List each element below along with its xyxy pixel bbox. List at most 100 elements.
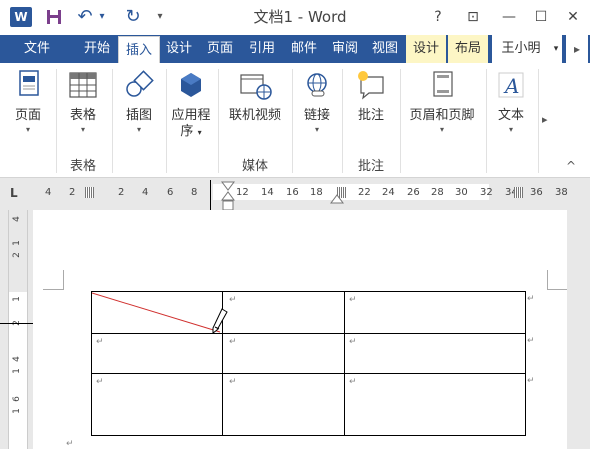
group-label-tables: 表格: [69, 159, 96, 174]
table-dropdown-icon: ▾: [80, 125, 85, 134]
header-footer-label: 页眉和页脚: [409, 108, 475, 123]
ruler-tick: 4: [142, 187, 149, 198]
tab-file[interactable]: 文件: [0, 35, 74, 63]
vertical-ruler-tick: 1: [12, 368, 22, 374]
tab-review[interactable]: 审阅: [326, 35, 364, 63]
window-title: 文档1 - Word: [253, 8, 347, 26]
group-separator: [342, 69, 343, 173]
tab-page-layout[interactable]: 页面: [200, 35, 240, 63]
user-account[interactable]: 王小明: [492, 35, 550, 63]
ruler-tick: 8: [191, 187, 198, 198]
ruler-tick: 14: [261, 187, 274, 198]
tab-references[interactable]: 引用: [242, 35, 282, 63]
pencil-cursor-icon: [212, 308, 228, 334]
tab-scroll-right-icon[interactable]: ▸: [566, 35, 588, 63]
table-row: ↵ ↵ ↵: [91, 373, 526, 436]
header-footer-dropdown-icon: ▾: [439, 125, 444, 134]
table-cell[interactable]: ↵: [344, 373, 526, 436]
group-separator: [112, 69, 113, 173]
comment-button[interactable]: 批注: [346, 69, 396, 124]
word-logo-icon[interactable]: W: [10, 7, 32, 27]
paragraph-mark: ↵: [66, 439, 74, 449]
row-end-mark: ↵: [527, 336, 535, 346]
text-button[interactable]: A 文本 ▾: [488, 69, 534, 136]
tab-home[interactable]: 开始: [76, 35, 118, 63]
cell-mark: ↵: [96, 337, 104, 347]
document-table[interactable]: ↵ ↵ ↵ ↵ ↵ ↵ ↵ ↵: [91, 291, 526, 436]
collapse-ribbon-icon[interactable]: ^: [566, 159, 580, 173]
text-label: 文本: [497, 108, 524, 123]
online-video-icon: [240, 74, 272, 100]
illustrations-label: 插图: [125, 108, 152, 123]
tab-view[interactable]: 视图: [366, 35, 404, 63]
table-cell[interactable]: ↵: [344, 333, 526, 374]
tab-insert[interactable]: 插入: [118, 36, 160, 64]
ruler-tick: 6: [167, 187, 174, 198]
table-cell[interactable]: ↵: [344, 291, 526, 334]
save-icon[interactable]: [46, 9, 62, 25]
apps-icon: [181, 73, 201, 97]
pages-dropdown-icon: ▾: [25, 125, 30, 134]
vertical-scrollbar[interactable]: [567, 210, 590, 449]
table-button[interactable]: 表格 ▾: [60, 69, 106, 136]
links-label: 链接: [303, 108, 330, 123]
table-cell[interactable]: ↵: [91, 373, 223, 436]
vertical-ruler-tick: 1: [12, 408, 22, 414]
tab-table-layout[interactable]: 布局: [448, 35, 488, 63]
apps-button[interactable]: 应用程 序 ▾: [168, 69, 214, 141]
table-cell[interactable]: ↵: [222, 333, 345, 374]
text-dropdown-icon: ▾: [508, 125, 513, 134]
table-cell[interactable]: ↵: [222, 373, 345, 436]
group-separator: [166, 69, 167, 173]
svg-text:A: A: [503, 74, 519, 98]
ruler-tick: 16: [286, 187, 299, 198]
illustrations-icon: [126, 70, 154, 97]
group-label-comments: 批注: [357, 159, 384, 174]
online-video-label: 联机视频: [228, 108, 281, 123]
customize-qat-icon[interactable]: ▾: [153, 7, 167, 27]
ribbon-scroll-right-icon[interactable]: ▸: [542, 113, 552, 126]
table-cell[interactable]: ↵: [91, 333, 223, 374]
tab-design[interactable]: 设计: [160, 35, 198, 63]
close-button[interactable]: ✕: [559, 6, 587, 28]
header-footer-button[interactable]: 页眉和页脚 ▾: [402, 69, 482, 136]
right-indent-marker-icon[interactable]: [330, 194, 344, 204]
apps-label-second: 序: [180, 124, 194, 139]
comment-icon: [358, 71, 384, 100]
tab-selector-icon[interactable]: L: [10, 186, 18, 200]
vertical-ruler-tick: 1: [12, 240, 22, 246]
group-separator: [538, 69, 539, 173]
indent-marker-icon[interactable]: [220, 180, 236, 212]
user-account-dropdown-icon[interactable]: ▾: [550, 35, 562, 63]
online-video-button[interactable]: 联机视频: [222, 69, 288, 124]
apps-dropdown-icon: ▾: [197, 128, 202, 137]
links-button[interactable]: 链接 ▾: [296, 69, 338, 136]
ruler-tick: 18: [310, 187, 323, 198]
undo-icon[interactable]: ↶: [76, 7, 94, 27]
table-cell[interactable]: ↵: [222, 291, 345, 334]
table-cell[interactable]: [91, 291, 223, 334]
tab-table-design[interactable]: 设计: [406, 35, 446, 63]
ruler-tick: 24: [382, 187, 395, 198]
minimize-button[interactable]: —: [495, 6, 523, 28]
column-marker[interactable]: [85, 187, 94, 198]
row-end-mark: ↵: [527, 376, 535, 386]
header-footer-icon: [433, 71, 453, 97]
cell-mark: ↵: [349, 295, 357, 305]
ruler-tick: 2: [69, 187, 76, 198]
comment-label: 批注: [357, 108, 384, 123]
table-row: ↵ ↵: [91, 291, 526, 334]
table-label: 表格: [69, 108, 96, 123]
maximize-button[interactable]: ☐: [527, 6, 555, 28]
illustrations-button[interactable]: 插图 ▾: [116, 69, 162, 136]
vertical-ruler-tick: 2: [12, 252, 22, 258]
ribbon-display-options-button[interactable]: ⊡: [459, 6, 487, 28]
links-icon: [307, 73, 327, 97]
pages-button[interactable]: 页面 ▾: [4, 69, 52, 136]
undo-dropdown-icon[interactable]: ▾: [96, 7, 108, 27]
help-button[interactable]: ?: [424, 6, 452, 28]
column-marker[interactable]: [514, 187, 523, 198]
tab-mailings[interactable]: 邮件: [284, 35, 324, 63]
redo-icon[interactable]: ↻: [122, 7, 144, 27]
group-separator: [486, 69, 487, 173]
